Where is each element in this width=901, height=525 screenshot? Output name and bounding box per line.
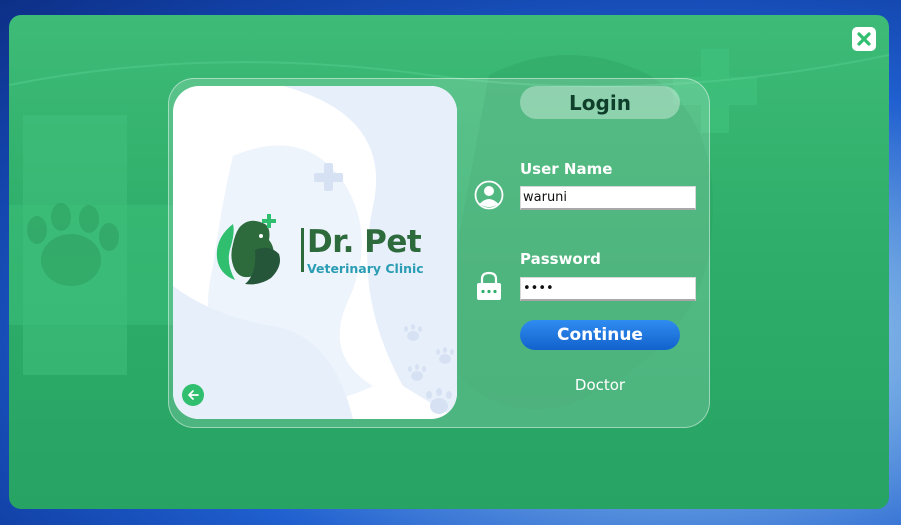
brand-subtitle: Veterinary Clinic xyxy=(307,261,424,276)
close-x-icon xyxy=(857,32,871,46)
lock-icon xyxy=(477,271,501,300)
close-button[interactable] xyxy=(852,27,876,51)
logo-divider xyxy=(301,228,304,272)
user-icon xyxy=(474,180,504,210)
username-input[interactable] xyxy=(520,186,696,210)
arrow-left-icon xyxy=(188,390,199,400)
logo-panel: Dr. Pet Veterinary Clinic xyxy=(173,86,457,419)
password-input[interactable] xyxy=(520,277,696,301)
dr-pet-logo-icon xyxy=(216,214,280,285)
username-label: User Name xyxy=(520,160,613,178)
user-role-label: Doctor xyxy=(574,376,626,394)
password-label: Password xyxy=(520,250,601,268)
continue-button[interactable]: Continue xyxy=(520,320,680,350)
login-heading: Login xyxy=(520,86,680,119)
back-button[interactable] xyxy=(182,384,204,406)
brand-title: Dr. Pet xyxy=(307,224,422,260)
